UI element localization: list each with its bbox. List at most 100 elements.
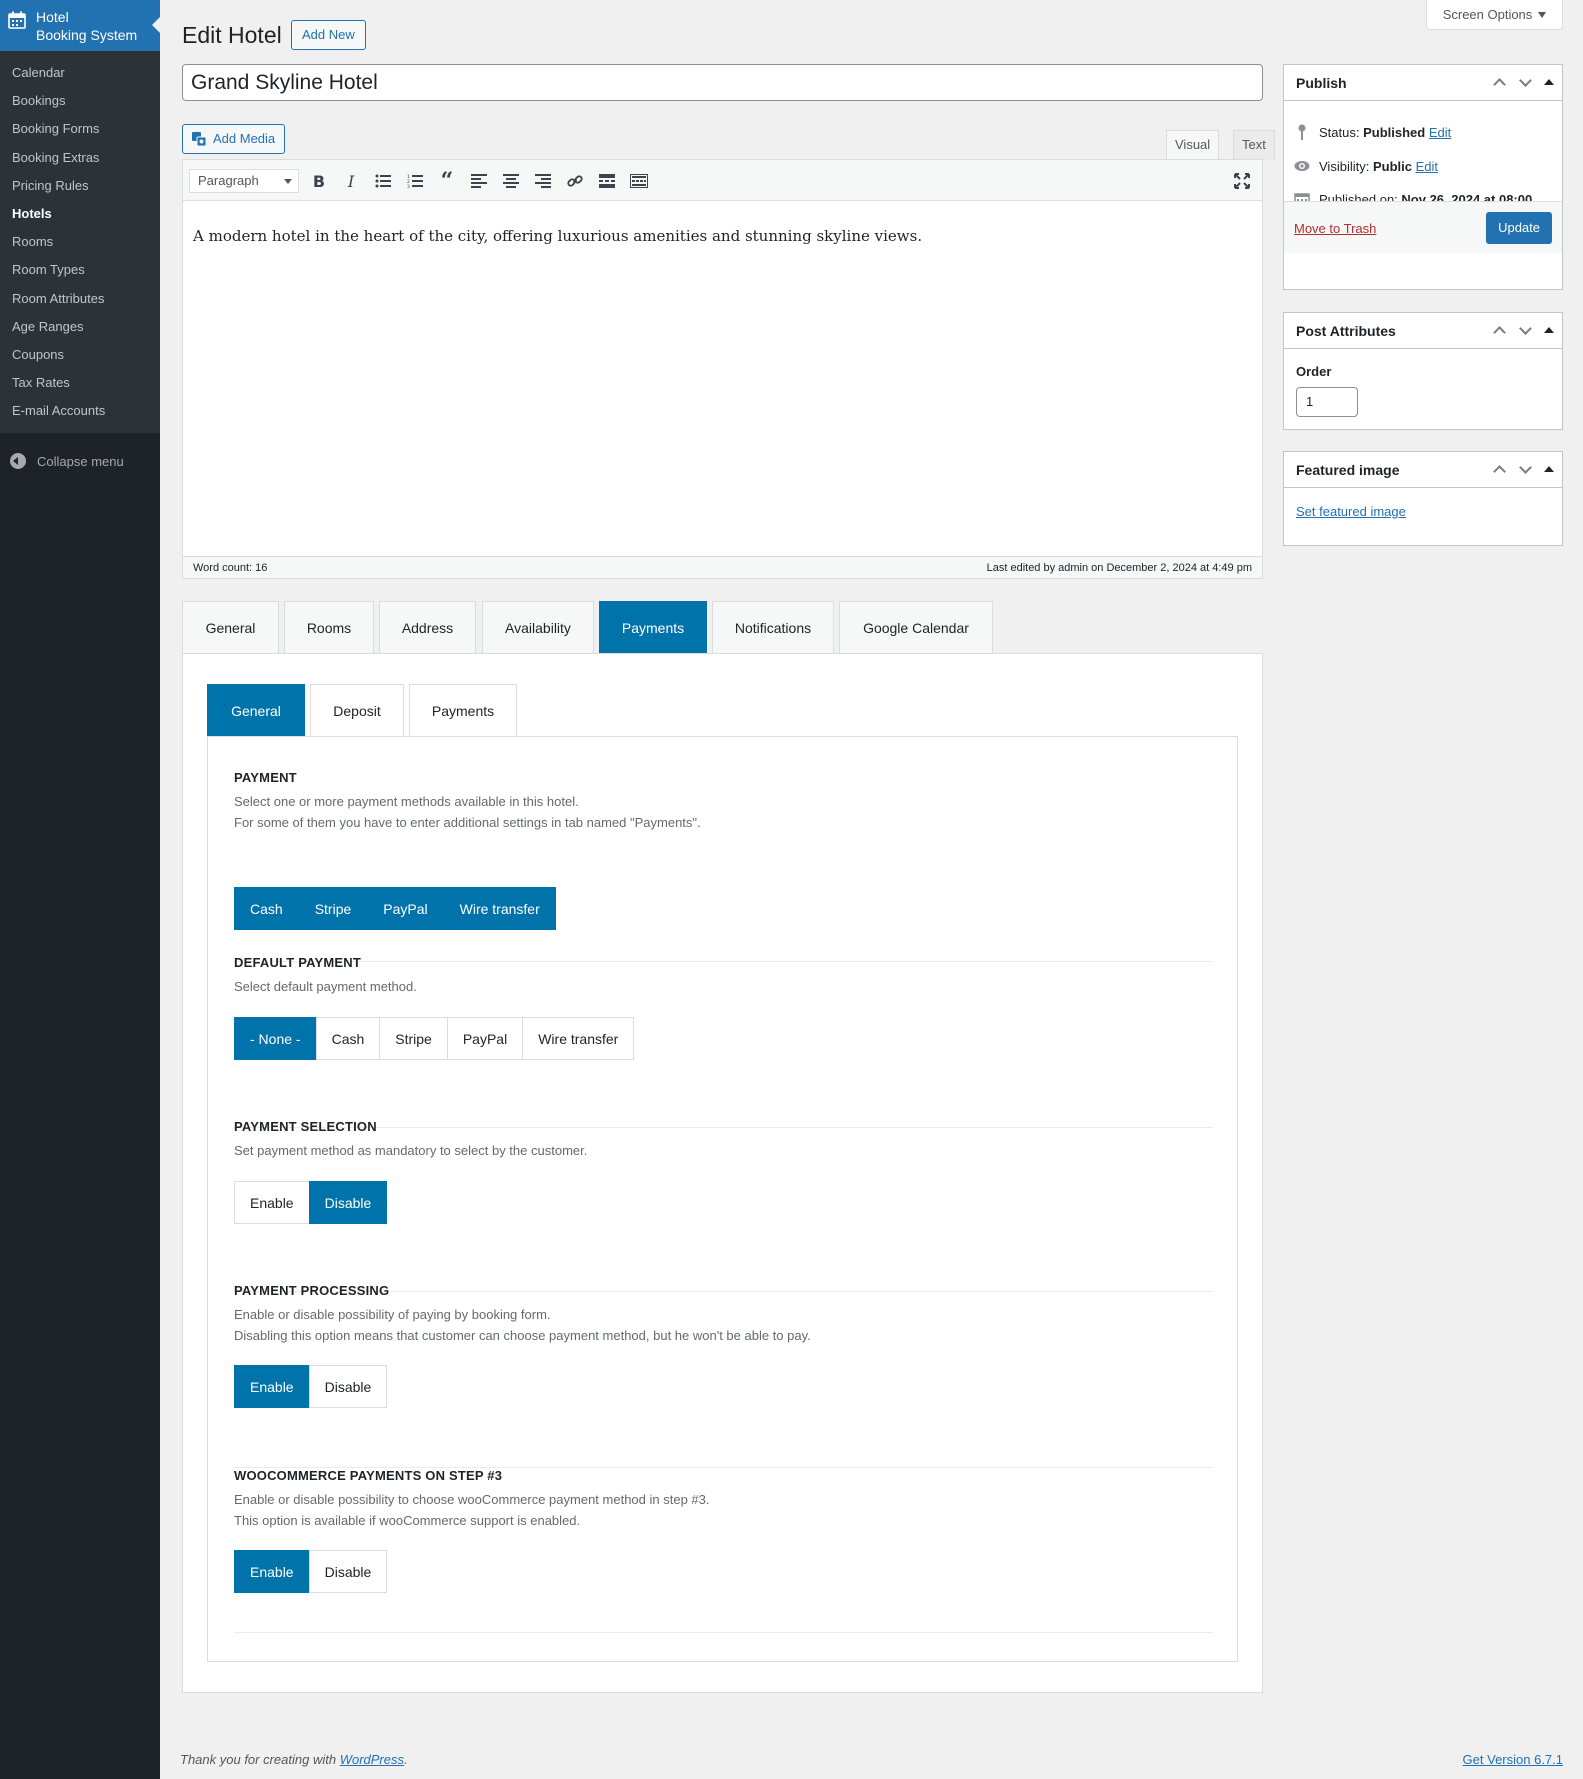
tab-google-calendar[interactable]: Google Calendar <box>839 601 993 653</box>
status-label: Status: <box>1319 124 1360 140</box>
default-option-wire-transfer[interactable]: Wire transfer <box>522 1017 635 1060</box>
tab-address[interactable]: Address <box>379 601 476 653</box>
woocommerce-section: WOOCOMMERCE PAYMENTS ON STEP #3 Enable o… <box>234 1468 1213 1633</box>
read-more-icon[interactable] <box>597 171 617 191</box>
subtab-payments[interactable]: Payments <box>409 684 517 736</box>
post-attributes-box: Post Attributes Order 1 <box>1283 312 1563 430</box>
sidebar-item-coupons[interactable]: Coupons <box>0 341 160 369</box>
visibility-value: Public <box>1372 158 1412 174</box>
processing-option-enable[interactable]: Enable <box>234 1365 310 1408</box>
sidebar-item-age-ranges[interactable]: Age Ranges <box>0 313 160 341</box>
italic-icon[interactable]: I <box>341 171 361 191</box>
footer-thanks-suffix: . <box>404 1752 408 1767</box>
default-payment-group: - None - Cash Stripe PayPal Wire transfe… <box>234 1017 635 1060</box>
default-option-cash[interactable]: Cash <box>315 1017 381 1060</box>
selection-option-disable[interactable]: Disable <box>308 1181 388 1224</box>
order-input[interactable]: 1 <box>1296 387 1358 417</box>
bulleted-list-icon[interactable] <box>373 171 393 191</box>
get-version-link[interactable]: Get Version 6.7.1 <box>1463 1752 1563 1767</box>
sidebar-item-calendar[interactable]: Calendar <box>0 59 160 87</box>
woocommerce-option-disable[interactable]: Disable <box>308 1550 388 1593</box>
default-option-stripe[interactable]: Stripe <box>379 1017 448 1060</box>
sidebar-item-hotels[interactable]: Hotels <box>0 200 160 228</box>
editor-content[interactable]: A modern hotel in the heart of the city,… <box>183 201 1262 271</box>
format-select[interactable]: Paragraph <box>189 169 299 193</box>
tab-notifications[interactable]: Notifications <box>712 601 834 653</box>
woocommerce-option-enable[interactable]: Enable <box>234 1550 310 1593</box>
featured-image-header: Featured image <box>1284 452 1562 488</box>
status-row: Status: Published Edit <box>1294 124 1451 140</box>
sidebar-item-tax-rates[interactable]: Tax Rates <box>0 369 160 397</box>
sidebar-item-email-accounts[interactable]: E-mail Accounts <box>0 397 160 425</box>
edit-visibility-link[interactable]: Edit <box>1416 159 1438 174</box>
order-label: Order <box>1296 364 1332 379</box>
add-media-button[interactable]: Add Media <box>182 124 286 154</box>
tab-general[interactable]: General <box>182 601 279 653</box>
toggle-panel-icon[interactable] <box>1544 79 1554 85</box>
numbered-list-icon[interactable]: 123 <box>405 171 425 191</box>
add-new-button[interactable]: Add New <box>291 20 366 50</box>
sidebar-item-bookings[interactable]: Bookings <box>0 87 160 115</box>
fullscreen-icon[interactable] <box>1232 171 1252 191</box>
status-value: Published <box>1363 124 1426 140</box>
link-icon[interactable] <box>565 171 585 191</box>
align-left-icon[interactable] <box>469 171 489 191</box>
toggle-panel-icon[interactable] <box>1544 327 1554 333</box>
chevron-down-icon[interactable] <box>1518 75 1534 91</box>
align-right-icon[interactable] <box>533 171 553 191</box>
tab-payments[interactable]: Payments <box>599 601 707 653</box>
collapse-menu-button[interactable]: Collapse menu <box>0 444 160 478</box>
default-option-paypal[interactable]: PayPal <box>446 1017 524 1060</box>
add-media-label: Add Media <box>213 131 276 146</box>
sidebar-item-pricing-rules[interactable]: Pricing Rules <box>0 172 160 200</box>
wordpress-link[interactable]: WordPress <box>340 1752 404 1767</box>
chevron-down-icon <box>284 179 292 184</box>
edit-status-link[interactable]: Edit <box>1429 125 1451 140</box>
payment-processing-section: PAYMENT PROCESSING Enable or disable pos… <box>234 1283 1213 1468</box>
media-icon <box>192 132 206 146</box>
set-featured-image-link[interactable]: Set featured image <box>1296 504 1406 519</box>
selection-option-enable[interactable]: Enable <box>234 1181 310 1224</box>
default-option-none[interactable]: - None - <box>234 1017 317 1060</box>
payment-option-stripe[interactable]: Stripe <box>298 887 368 930</box>
payment-processing-group: Enable Disable <box>234 1365 388 1408</box>
bold-icon[interactable]: B <box>309 171 329 191</box>
chevron-up-icon[interactable] <box>1492 323 1508 339</box>
move-to-trash-link[interactable]: Move to Trash <box>1294 221 1376 236</box>
chevron-down-icon[interactable] <box>1518 462 1534 478</box>
blockquote-icon[interactable]: “ <box>437 168 457 194</box>
collapse-menu-label: Collapse menu <box>37 453 124 469</box>
sidebar-item-booking-forms[interactable]: Booking Forms <box>0 115 160 143</box>
payment-option-paypal[interactable]: PayPal <box>367 887 444 930</box>
toggle-panel-icon[interactable] <box>1544 466 1554 472</box>
eye-icon <box>1294 158 1310 174</box>
section-title: PAYMENT SELECTION <box>234 1119 377 1134</box>
sidebar-item-room-types[interactable]: Room Types <box>0 256 160 284</box>
post-title-input[interactable]: Grand Skyline Hotel <box>182 64 1263 101</box>
footer-thanks: Thank you for creating with WordPress. <box>180 1752 408 1767</box>
payment-option-wire-transfer[interactable]: Wire transfer <box>443 887 556 930</box>
align-center-icon[interactable] <box>501 171 521 191</box>
chevron-up-icon[interactable] <box>1492 75 1508 91</box>
featured-image-box: Featured image Set featured image <box>1283 451 1563 546</box>
sidebar-brand[interactable]: Hotel Booking System <box>0 0 160 51</box>
subtab-general[interactable]: General <box>207 684 305 736</box>
processing-option-disable[interactable]: Disable <box>308 1365 388 1408</box>
sidebar-item-rooms[interactable]: Rooms <box>0 228 160 256</box>
chevron-down-icon[interactable] <box>1518 323 1534 339</box>
payment-section: PAYMENT Select one or more payment metho… <box>234 770 1213 962</box>
update-button[interactable]: Update <box>1486 212 1552 244</box>
sidebar-item-booking-extras[interactable]: Booking Extras <box>0 144 160 172</box>
section-desc: Enable or disable possibility of paying … <box>234 1307 551 1322</box>
tab-visual[interactable]: Visual <box>1166 130 1220 160</box>
tab-rooms[interactable]: Rooms <box>284 601 374 653</box>
screen-options-button[interactable]: Screen Options <box>1426 0 1563 30</box>
page-title: Edit Hotel <box>182 22 282 48</box>
payment-option-cash[interactable]: Cash <box>234 887 299 930</box>
sidebar-item-room-attributes[interactable]: Room Attributes <box>0 285 160 313</box>
toolbar-toggle-icon[interactable] <box>629 171 649 191</box>
chevron-up-icon[interactable] <box>1492 462 1508 478</box>
subtab-deposit[interactable]: Deposit <box>310 684 404 736</box>
tab-availability[interactable]: Availability <box>482 601 594 653</box>
tab-text[interactable]: Text <box>1233 130 1275 160</box>
